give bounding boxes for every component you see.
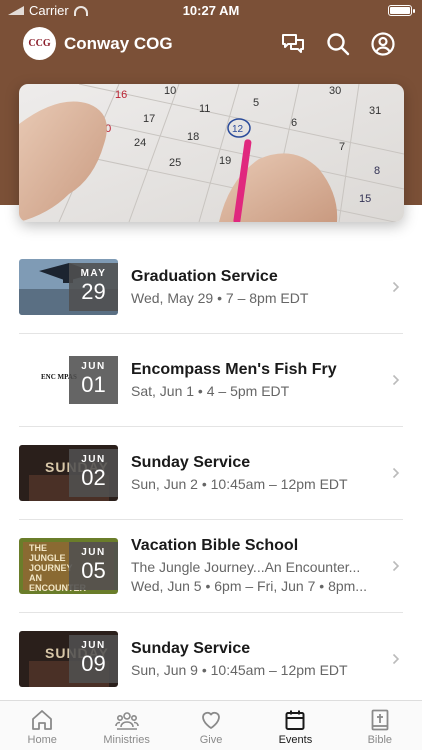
event-title: Sunday Service — [131, 453, 251, 471]
date-badge: JUN 05 — [69, 541, 118, 590]
calendar-photo: 10115 17186 24257 193031 1630 815 12 — [19, 84, 404, 222]
tab-bible[interactable]: Bible — [338, 701, 422, 750]
date-day: 01 — [81, 371, 106, 397]
event-thumbnail: ENC MPAS JUN 01 — [19, 351, 118, 408]
event-text: Sunday Service Sun, Jun 9 • 10:45am – 12… — [131, 640, 384, 678]
tab-bar: Home Ministries Give Events Bible — [0, 700, 422, 750]
event-datetime: Wed, May 29 • 7 – 8pm EDT — [131, 289, 309, 306]
date-badge: JUN 09 — [69, 634, 118, 683]
event-datetime: Sun, Jun 2 • 10:45am – 12pm EDT — [131, 475, 348, 492]
svg-text:16: 16 — [115, 89, 127, 101]
search-icon[interactable] — [325, 31, 351, 57]
heart-icon — [202, 711, 220, 729]
church-logo[interactable]: CCG — [23, 27, 56, 60]
date-day: 02 — [81, 464, 106, 490]
svg-text:5: 5 — [253, 97, 259, 109]
svg-text:30: 30 — [329, 85, 341, 97]
event-datetime: Sat, Jun 1 • 4 – 5pm EDT — [131, 382, 290, 399]
chevron-right-icon — [392, 560, 400, 571]
people-icon — [114, 712, 139, 730]
date-badge: MAY 29 — [69, 262, 118, 311]
date-month: MAY — [80, 267, 107, 279]
tab-label: Events — [278, 734, 313, 746]
event-title: Vacation Bible School — [131, 537, 299, 554]
hero-banner[interactable]: 10115 17186 24257 193031 1630 815 12 — [19, 84, 404, 222]
navbar: CCG Conway COG — [0, 22, 422, 66]
tab-give[interactable]: Give — [169, 701, 253, 750]
event-text: Graduation Service Wed, May 29 • 7 – 8pm… — [131, 268, 384, 306]
event-datetime: Sun, Jun 9 • 10:45am – 12pm EDT — [131, 661, 348, 678]
svg-text:25: 25 — [169, 157, 181, 169]
event-thumbnail: SUNDAY JUN 09 — [19, 630, 118, 687]
svg-text:12: 12 — [232, 124, 244, 135]
svg-text:24: 24 — [134, 137, 146, 149]
tab-label: Ministries — [103, 734, 150, 746]
status-bar: Carrier 10:27 AM — [0, 0, 422, 22]
tab-label: Give — [199, 734, 223, 746]
event-thumbnail: MAY 29 — [19, 258, 118, 315]
svg-text:19: 19 — [219, 155, 231, 167]
event-title: Encompass Men's Fish Fry — [131, 360, 337, 378]
tab-home[interactable]: Home — [0, 701, 84, 750]
event-datetime: Wed, Jun 5 • 6pm – Fri, Jun 7 • 8pm... — [131, 578, 367, 594]
status-time: 10:27 AM — [182, 3, 240, 18]
svg-text:18: 18 — [187, 131, 199, 143]
chevron-right-icon — [392, 281, 400, 292]
profile-icon[interactable] — [370, 31, 396, 57]
event-item-fish-fry[interactable]: ENC MPAS JUN 01 Encompass Men's Fish Fry… — [0, 333, 422, 426]
tab-label: Home — [27, 734, 57, 746]
event-item-sunday-service-jun2[interactable]: SUNDAY JUN 02 Sunday Service Sun, Jun 2 … — [0, 426, 422, 519]
battery-icon — [388, 5, 415, 16]
tab-ministries[interactable]: Ministries — [84, 701, 168, 750]
event-text: Encompass Men's Fish Fry Sat, Jun 1 • 4 … — [131, 361, 384, 399]
event-text: Sunday Service Sun, Jun 2 • 10:45am – 12… — [131, 454, 384, 492]
app-title: Conway COG — [64, 34, 173, 53]
date-badge: JUN 01 — [69, 355, 118, 404]
date-month: JUN — [81, 453, 106, 465]
svg-text:17: 17 — [143, 113, 155, 125]
date-day: 29 — [81, 278, 106, 304]
home-icon — [32, 710, 53, 730]
event-thumbnail: SUNDAY JUN 02 — [19, 444, 118, 501]
tab-events[interactable]: Events — [253, 701, 337, 750]
chevron-right-icon — [392, 374, 400, 385]
svg-text:10: 10 — [164, 85, 176, 97]
bible-icon — [371, 709, 389, 731]
svg-text:11: 11 — [199, 103, 210, 115]
chevron-right-icon — [392, 467, 400, 478]
svg-text:7: 7 — [339, 141, 345, 153]
chevron-right-icon — [392, 653, 400, 664]
svg-text:8: 8 — [374, 165, 380, 177]
event-title: Sunday Service — [131, 639, 251, 657]
date-month: JUN — [81, 639, 106, 651]
svg-text:6: 6 — [291, 117, 297, 129]
event-text: Vacation Bible School The Jungle Journey… — [131, 537, 384, 594]
date-month: JUN — [81, 546, 106, 558]
tab-label: Bible — [367, 734, 393, 746]
event-item-graduation[interactable]: MAY 29 Graduation Service Wed, May 29 • … — [0, 240, 422, 333]
date-day: 09 — [81, 650, 106, 676]
svg-text:15: 15 — [359, 193, 371, 205]
event-item-sunday-service-jun9[interactable]: SUNDAY JUN 09 Sunday Service Sun, Jun 9 … — [0, 612, 422, 705]
date-month: JUN — [81, 360, 106, 372]
date-day: 05 — [81, 557, 106, 583]
chat-icon[interactable] — [280, 31, 306, 57]
event-thumbnail: THE JUNGLE JOURNEY AN ENCOUNTER WITH JES… — [19, 537, 118, 594]
date-badge: JUN 02 — [69, 448, 118, 497]
logo-text: CCG — [28, 38, 51, 49]
event-description: The Jungle Journey...An Encounter... — [131, 559, 361, 575]
svg-text:31: 31 — [369, 105, 381, 117]
event-item-vbs[interactable]: THE JUNGLE JOURNEY AN ENCOUNTER WITH JES… — [0, 519, 422, 612]
calendar-icon — [285, 710, 305, 730]
events-list: MAY 29 Graduation Service Wed, May 29 • … — [0, 240, 422, 705]
event-title: Graduation Service — [131, 267, 278, 285]
